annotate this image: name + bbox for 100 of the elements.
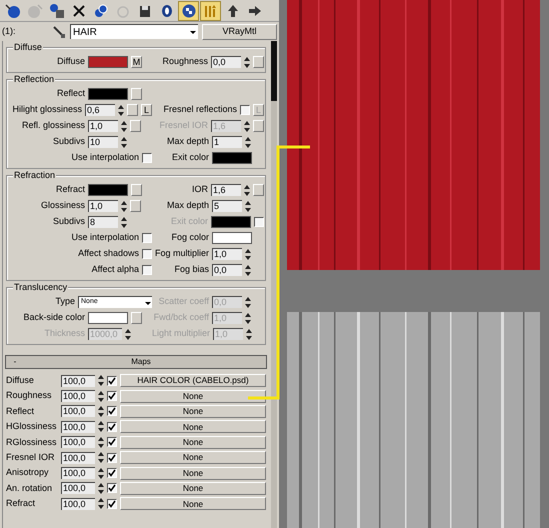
checkbox[interactable]: [142, 249, 152, 259]
map-button[interactable]: [253, 56, 264, 68]
number-field[interactable]: 1,6: [211, 184, 241, 196]
map-slot-button[interactable]: HAIR COLOR (CABELO.psd): [120, 374, 266, 388]
checkbox[interactable]: [107, 406, 117, 416]
map-button[interactable]: [253, 184, 264, 196]
map-slot-button[interactable]: None: [120, 436, 266, 449]
map-slot-button[interactable]: None: [120, 497, 266, 510]
number-field[interactable]: 100,0: [61, 420, 95, 433]
number-field[interactable]: 0,0: [211, 56, 241, 68]
number-field[interactable]: 1: [212, 136, 242, 148]
map-label: HGlossiness: [6, 420, 58, 434]
scrollbar-thumb[interactable]: [271, 41, 277, 101]
spinner-arrows-icon[interactable]: [121, 200, 127, 212]
checkbox[interactable]: [107, 498, 117, 509]
map-slot-button[interactable]: None: [120, 482, 266, 495]
map-button[interactable]: [253, 120, 264, 132]
spinner-arrows-icon[interactable]: [98, 436, 104, 448]
spinner-arrows-icon[interactable]: [121, 216, 127, 228]
checkbox[interactable]: [107, 468, 117, 478]
map-slot-button[interactable]: None: [120, 451, 266, 464]
color-swatch[interactable]: [212, 152, 252, 164]
field-label: Thickness: [43, 327, 86, 340]
number-field[interactable]: 100,0: [61, 467, 95, 480]
number-field[interactable]: 100,0: [61, 436, 95, 448]
map-button[interactable]: [130, 200, 141, 212]
checkbox[interactable]: [142, 153, 152, 163]
spinner-arrows-icon[interactable]: [98, 482, 104, 494]
spinner-arrows-icon[interactable]: [245, 312, 251, 324]
maps-rollout-header[interactable]: - Maps: [5, 355, 267, 369]
spinner-arrows-icon[interactable]: [245, 296, 251, 308]
spinner-arrows-icon[interactable]: [98, 452, 104, 464]
number-field[interactable]: 100,0: [61, 482, 95, 494]
checkbox[interactable]: [142, 233, 152, 243]
checkbox[interactable]: [142, 265, 152, 275]
checkbox[interactable]: [107, 483, 117, 494]
spinner-arrows-icon[interactable]: [98, 498, 104, 510]
field-label: Type: [54, 295, 76, 308]
map-slot-button[interactable]: None: [120, 420, 266, 434]
spinner-arrows-icon[interactable]: [98, 375, 104, 386]
spinner-arrows-icon[interactable]: [121, 136, 127, 148]
number-field[interactable]: 100,0: [61, 390, 95, 402]
map-slot-button[interactable]: None: [120, 390, 266, 403]
map-button[interactable]: [130, 120, 141, 132]
number-field[interactable]: 5: [212, 200, 242, 212]
number-field[interactable]: 1,0: [212, 248, 242, 260]
color-swatch[interactable]: [88, 56, 128, 68]
checkbox[interactable]: [107, 391, 117, 402]
spinner-arrows-icon[interactable]: [244, 56, 250, 68]
material-name-field[interactable]: HAIR: [70, 24, 198, 39]
spinner-arrows-icon[interactable]: [245, 248, 251, 260]
checkbox[interactable]: [240, 105, 250, 115]
eyedropper-icon[interactable]: [52, 24, 66, 38]
map-slot-button[interactable]: None: [120, 466, 266, 480]
group-title: Translucency: [13, 281, 68, 293]
toolbar-button[interactable]: [178, 0, 199, 20]
material-type-button[interactable]: VRayMtl: [202, 24, 277, 40]
spinner-arrows-icon[interactable]: [98, 406, 104, 417]
checkbox[interactable]: [107, 437, 117, 448]
number-field[interactable]: 100,0: [61, 374, 95, 387]
number-field[interactable]: 100,0: [61, 452, 95, 464]
scrollbar[interactable]: [271, 41, 277, 528]
spinner-arrows-icon[interactable]: [244, 184, 250, 196]
number-field[interactable]: 10: [88, 136, 118, 148]
color-swatch[interactable]: [88, 312, 128, 324]
number-field[interactable]: 1,0: [88, 120, 118, 132]
map-slot-button[interactable]: None: [120, 404, 266, 418]
spinner-arrows-icon[interactable]: [246, 328, 252, 340]
field-label: Refl. glossiness: [20, 119, 86, 132]
number-field[interactable]: 0,0: [212, 264, 242, 276]
checkbox[interactable]: [107, 452, 117, 463]
map-button[interactable]: [131, 312, 142, 324]
spinner-arrows-icon[interactable]: [98, 468, 104, 479]
spinner-arrows-icon[interactable]: [245, 136, 251, 148]
spinner-arrows-icon[interactable]: [98, 390, 104, 402]
field-label: Subdivs: [52, 135, 86, 148]
toggle-button[interactable]: L: [141, 104, 152, 116]
toggle-button[interactable]: M: [131, 56, 142, 68]
number-field[interactable]: 8: [88, 216, 118, 228]
spinner-arrows-icon[interactable]: [245, 200, 251, 212]
color-swatch[interactable]: [88, 88, 128, 100]
spinner-arrows-icon[interactable]: [245, 264, 251, 276]
field-label: Fresnel IOR: [158, 119, 209, 132]
color-swatch[interactable]: [212, 232, 252, 244]
number-field[interactable]: 0,6: [85, 104, 115, 116]
spinner-arrows-icon[interactable]: [118, 104, 124, 116]
map-button[interactable]: [131, 184, 142, 196]
color-swatch[interactable]: [88, 184, 128, 196]
spinner-arrows-icon[interactable]: [98, 421, 104, 432]
checkbox[interactable]: [107, 376, 117, 386]
number-field[interactable]: 1,0: [88, 200, 118, 212]
spinner-arrows-icon[interactable]: [244, 120, 250, 132]
checkbox[interactable]: [107, 422, 117, 432]
map-button[interactable]: [127, 104, 138, 116]
spinner-arrows-icon[interactable]: [125, 328, 131, 340]
map-button[interactable]: [131, 88, 142, 100]
field-label: Fog multiplier: [154, 247, 210, 260]
spinner-arrows-icon[interactable]: [121, 120, 127, 132]
number-field[interactable]: 100,0: [61, 405, 95, 418]
number-field[interactable]: 100,0: [61, 498, 95, 510]
